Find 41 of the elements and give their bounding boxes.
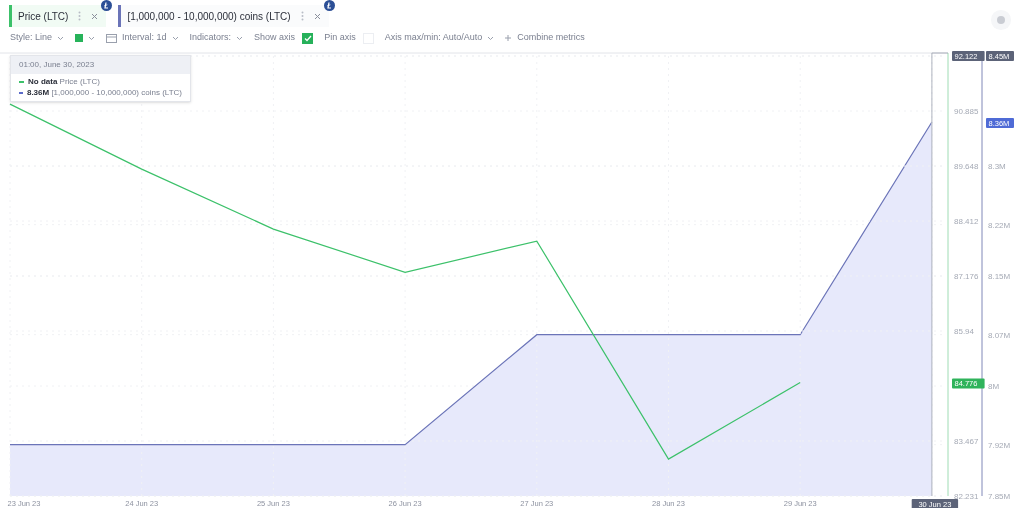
metric-tab[interactable]: Price (LTC) <box>9 5 107 27</box>
combine-button[interactable]: Combine metrics <box>505 31 585 45</box>
axis-tick-label: 8.22M <box>988 220 1011 230</box>
close-icon[interactable] <box>313 12 321 20</box>
coin-icon <box>101 0 113 11</box>
dropdown[interactable]: Axis max/min: Auto/Auto <box>384 31 495 45</box>
axis-tick-label: 7.85M <box>988 492 1011 501</box>
axis-tick-label: 8.3M <box>988 162 1006 171</box>
plus-icon <box>505 35 512 41</box>
axis-tick-label: 83.467 <box>954 437 979 446</box>
chevron-icon <box>487 35 495 41</box>
axis-tick-label: 88.412 <box>954 217 979 227</box>
axis-tick-label: 7.92M <box>988 440 1011 450</box>
coin-icon <box>323 0 335 11</box>
checkbox-label: Show axis <box>254 31 296 45</box>
color-picker[interactable] <box>75 34 96 42</box>
dropdown[interactable]: Indicators: <box>189 31 244 45</box>
tooltip-text: No data Price (LTC) <box>28 77 100 87</box>
axis-tick-label: 8.15M <box>988 272 1011 281</box>
axis-tick-label: 8M <box>988 382 1000 391</box>
close-icon[interactable] <box>91 12 99 20</box>
chevron-icon <box>57 35 65 41</box>
axis-tick-label: 82.231 <box>954 492 979 501</box>
checkbox[interactable] <box>302 32 314 44</box>
tooltip-text: 8.36M [1,000,000 - 10,000,000) coins (LTC) <box>26 88 182 98</box>
axis-tick-label: 90.885 <box>954 107 979 117</box>
more-icon[interactable] <box>78 11 82 21</box>
checkbox-label: Pin axis <box>324 31 356 45</box>
dropdown[interactable]: Style: Line <box>10 31 65 45</box>
chevron-icon <box>171 35 179 41</box>
axis-tick-label: 85.94 <box>954 327 975 336</box>
chevron-icon <box>236 35 244 41</box>
axis-tick-label: 8.07M <box>988 330 1011 340</box>
more-icon[interactable] <box>300 11 304 21</box>
metric-tab[interactable]: [1,000,000 - 10,000,000) coins (LTC) <box>118 5 329 27</box>
calendar-icon <box>106 33 118 43</box>
axis-tick-label: 89.648 <box>954 162 979 172</box>
chevron-icon <box>88 35 96 41</box>
tooltip-date: 01:00, June 30, 2023 <box>11 56 190 74</box>
axis-tick-label: 87.176 <box>954 272 979 281</box>
interval-dropdown[interactable]: Interval: 1d <box>106 31 179 45</box>
